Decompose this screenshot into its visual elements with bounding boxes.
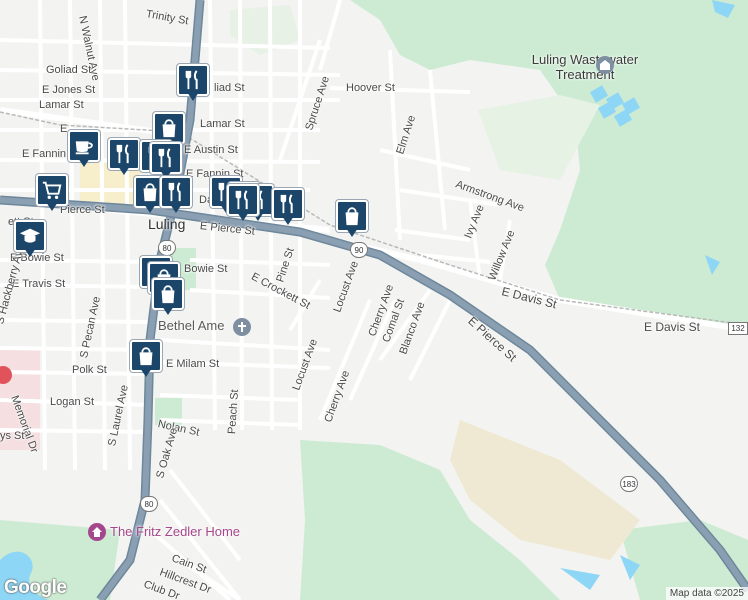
street-logan: Logan St [50,396,95,408]
wastewater-label: Luling Wastewater Treatment [510,52,660,82]
grocery-pin[interactable] [36,174,68,212]
shopping-bag-icon [162,119,176,138]
town-label: Luling [148,216,186,232]
street-lamar-east: Lamar St [200,118,245,130]
shopping-bag-icon [345,207,359,226]
street-e-austin: E Austin St [184,144,238,156]
shopping-bag-icon [143,183,157,202]
fork-knife-icon [116,144,129,164]
street-polk: Polk St [72,364,107,376]
street-milam: E Milam St [166,358,220,370]
street-jones: E Jones St [42,84,96,96]
home-label: The Fritz Zedler Home [110,524,241,539]
street-e-davis-2: E Davis St [644,320,701,334]
restaurant-pin[interactable] [150,142,182,180]
home-icon[interactable] [88,523,106,541]
fork-knife-icon [280,194,293,214]
street-ys: ys St [0,430,25,442]
coffee-cup-icon [75,141,93,155]
church-icon[interactable] [233,318,251,336]
street-e-trunc: E [60,123,68,135]
building-icon [600,60,610,70]
shopping-pin[interactable] [130,340,162,378]
pond-1 [560,568,600,590]
street-travis: E Travis St [12,278,66,290]
street-goliad: Goliad St [46,64,92,76]
church-label: Bethel Ame [158,318,225,333]
fork-knife-icon [168,182,181,202]
map-attribution[interactable]: Map data ©2025 [665,587,748,600]
restaurant-pin[interactable] [108,138,140,176]
shopping-cart-icon [42,181,62,199]
fork-knife-icon [158,148,171,168]
house-icon [92,527,102,537]
fork-knife-icon [235,190,248,210]
street-e-fannin-west: E Fannin [22,148,67,160]
street-hoover: Hoover St [346,82,395,94]
street-lamar: Lamar St [39,99,84,111]
wastewater-icon[interactable] [596,56,614,74]
cross-icon [238,322,246,332]
shopping-pin[interactable] [152,278,184,316]
shopping-bag-icon [161,285,175,304]
google-logo: Google [4,577,67,598]
restaurant-pin[interactable] [272,188,304,226]
map-canvas[interactable]: Luling Luling Wastewater Treatment Bethe… [0,0,748,600]
school-pin[interactable] [14,220,46,258]
wastewater-text: Luling Wastewater Treatment [531,52,638,82]
street-goliad-2: liad St [214,82,245,94]
restaurant-pin[interactable] [177,64,209,102]
tx-132-shield: 132 [728,322,748,335]
restaurant-pin[interactable] [227,184,259,222]
us-90-shield: 90 [350,242,368,258]
us-80-shield: 80 [158,240,176,256]
us-183-shield: 183 [620,476,638,492]
restaurant-pin[interactable] [160,176,192,214]
cafe-pin[interactable] [68,130,100,168]
shopping-pin[interactable] [336,200,368,238]
graduation-cap-icon [19,228,41,243]
fork-knife-icon [185,70,198,90]
us-80-shield-2: 80 [140,496,158,512]
shopping-bag-icon [139,347,153,366]
street-bowie: Bowie St [184,263,228,275]
